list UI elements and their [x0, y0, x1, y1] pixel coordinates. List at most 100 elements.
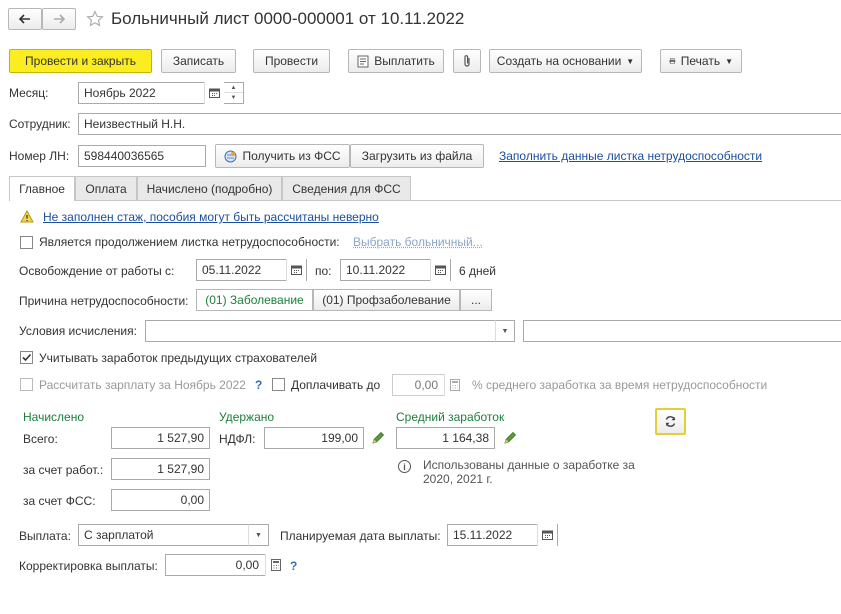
days-count: 6 дней: [459, 264, 497, 278]
checkmark-icon: [22, 353, 32, 362]
accrued-total-label: Всего:: [23, 432, 58, 446]
prev-insurers-label: Учитывать заработок предыдущих страховат…: [39, 351, 318, 365]
average-earnings-field[interactable]: 1 164,38: [396, 427, 495, 449]
month-field[interactable]: Ноябрь 2022: [78, 82, 224, 104]
employee-value: Неизвестный Н.Н.: [84, 117, 186, 131]
print-button[interactable]: Печать ▼: [660, 49, 742, 73]
save-button[interactable]: Записать: [161, 49, 236, 73]
calc-salary-checkbox[interactable]: [20, 378, 33, 391]
month-spinner[interactable]: ▲ ▼: [224, 82, 244, 104]
ln-number-label: Номер ЛН:: [9, 149, 70, 163]
back-button[interactable]: [8, 8, 42, 30]
ndfl-field[interactable]: 199,00: [264, 427, 364, 449]
payment-field[interactable]: С зарплатой: [78, 524, 249, 546]
pencil-icon[interactable]: [371, 431, 385, 445]
release-to-calendar-button[interactable]: [430, 259, 450, 281]
calendar-icon: [542, 530, 553, 540]
dropdown-arrow-icon: ▼: [725, 56, 733, 66]
withheld-header: Удержано: [219, 410, 275, 424]
accrued-employer-value: 1 527,90: [157, 462, 204, 476]
continuation-checkbox[interactable]: [20, 236, 33, 249]
tab-main[interactable]: Главное: [9, 176, 75, 201]
load-from-file-button[interactable]: Загрузить из файла: [350, 144, 484, 168]
release-from-label: Освобождение от работы с:: [19, 264, 175, 278]
payment-label: Выплата:: [19, 529, 71, 543]
accrued-fss-label: за счет ФСС:: [23, 494, 96, 508]
page-title: Больничный лист 0000-000001 от 10.11.202…: [111, 9, 465, 28]
document-icon: [357, 55, 369, 67]
calculator-icon: [449, 379, 460, 391]
conditions-dropdown-button[interactable]: ▼: [495, 320, 515, 342]
payment-dropdown-button[interactable]: ▼: [248, 524, 269, 546]
accrued-fss-field[interactable]: 0,00: [111, 489, 210, 511]
extra-pay-calc-button[interactable]: [444, 374, 464, 396]
accrued-employer-field[interactable]: 1 527,90: [111, 458, 210, 480]
refresh-icon: [665, 416, 676, 427]
accrued-header: Начислено: [23, 410, 85, 424]
release-from-calendar-button[interactable]: [286, 259, 306, 281]
planned-date-calendar-button[interactable]: [537, 524, 557, 546]
fill-sick-leave-data-link[interactable]: Заполнить данные листка нетрудоспособнос…: [499, 149, 762, 163]
accrued-total-field[interactable]: 1 527,90: [111, 427, 210, 449]
tab-fss-info[interactable]: Сведения для ФСС: [282, 176, 411, 200]
paperclip-icon: [464, 55, 470, 67]
get-from-fss-label: Получить из ФСС: [242, 149, 341, 163]
get-from-fss-button[interactable]: Получить из ФСС: [215, 144, 350, 168]
calculator-icon: [270, 559, 281, 571]
arrow-left-icon: [19, 14, 30, 24]
conditions-second-field[interactable]: [523, 320, 841, 342]
select-sick-leave-link[interactable]: Выбрать больничный...: [353, 235, 483, 249]
planned-date-label: Планируемая дата выплаты:: [280, 529, 441, 543]
forward-button[interactable]: [42, 8, 76, 30]
attach-button[interactable]: [453, 49, 481, 73]
conditions-label: Условия исчисления:: [19, 324, 137, 338]
calc-salary-help-icon[interactable]: ?: [255, 378, 262, 392]
cause-occupational-option[interactable]: (01) Профзаболевание: [313, 289, 460, 311]
create-based-on-button[interactable]: Создать на основании ▼: [489, 49, 642, 73]
post-button[interactable]: Провести: [253, 49, 330, 73]
conditions-field[interactable]: [145, 320, 496, 342]
fss-globe-icon: [224, 150, 237, 162]
accrued-total-value: 1 527,90: [157, 431, 204, 445]
cause-disease-option[interactable]: (01) Заболевание: [196, 289, 313, 311]
tab-accrued-detailed[interactable]: Начислено (подробно): [137, 176, 282, 200]
warning-link[interactable]: Не заполнен стаж, пособия могут быть рас…: [43, 210, 379, 224]
calendar-icon: [209, 88, 220, 98]
arrow-right-icon: [54, 14, 65, 24]
month-label: Месяц:: [9, 86, 49, 100]
spinner-up-icon[interactable]: ▲: [224, 83, 243, 93]
month-calendar-button[interactable]: [204, 82, 224, 104]
cause-more-button[interactable]: ...: [460, 289, 492, 311]
correction-help-icon[interactable]: ?: [290, 559, 297, 573]
pencil-icon[interactable]: [503, 431, 517, 445]
ln-number-value: 598440036565: [84, 149, 165, 163]
planned-date-value: 15.11.2022: [453, 528, 513, 542]
calc-salary-label: Рассчитать зарплату за Ноябрь 2022: [39, 378, 246, 392]
extra-pay-checkbox[interactable]: [272, 378, 285, 391]
month-value: Ноябрь 2022: [84, 86, 156, 100]
cause-label: Причина нетрудоспособности:: [19, 294, 189, 308]
calendar-icon: [291, 265, 302, 275]
favorite-star-icon[interactable]: [86, 10, 104, 28]
extra-pay-suffix: % среднего заработка за время нетрудоспо…: [472, 378, 768, 392]
employee-label: Сотрудник:: [9, 117, 71, 131]
refresh-button[interactable]: [655, 408, 686, 435]
pay-button-label: Выплатить: [374, 54, 435, 68]
accrued-fss-value: 0,00: [180, 493, 204, 507]
tab-payment[interactable]: Оплата: [75, 176, 137, 200]
employee-field[interactable]: Неизвестный Н.Н.: [78, 113, 841, 135]
prev-insurers-checkbox[interactable]: [20, 351, 33, 364]
correction-label: Корректировка выплаты:: [19, 559, 158, 573]
ln-number-field[interactable]: 598440036565: [78, 145, 206, 167]
create-based-on-label: Создать на основании: [496, 54, 622, 68]
correction-calc-button[interactable]: [265, 554, 285, 576]
extra-pay-label: Доплачивать до: [291, 378, 381, 392]
post-and-close-button[interactable]: Провести и закрыть: [9, 49, 152, 73]
accrued-employer-label: за счет работ.:: [23, 463, 104, 477]
calendar-icon: [435, 265, 446, 275]
release-to-value: 10.11.2022: [346, 263, 406, 277]
release-to-label: по:: [315, 264, 332, 278]
correction-value: 0,00: [235, 558, 259, 572]
pay-button[interactable]: Выплатить: [348, 49, 444, 73]
spinner-down-icon[interactable]: ▼: [224, 93, 243, 103]
